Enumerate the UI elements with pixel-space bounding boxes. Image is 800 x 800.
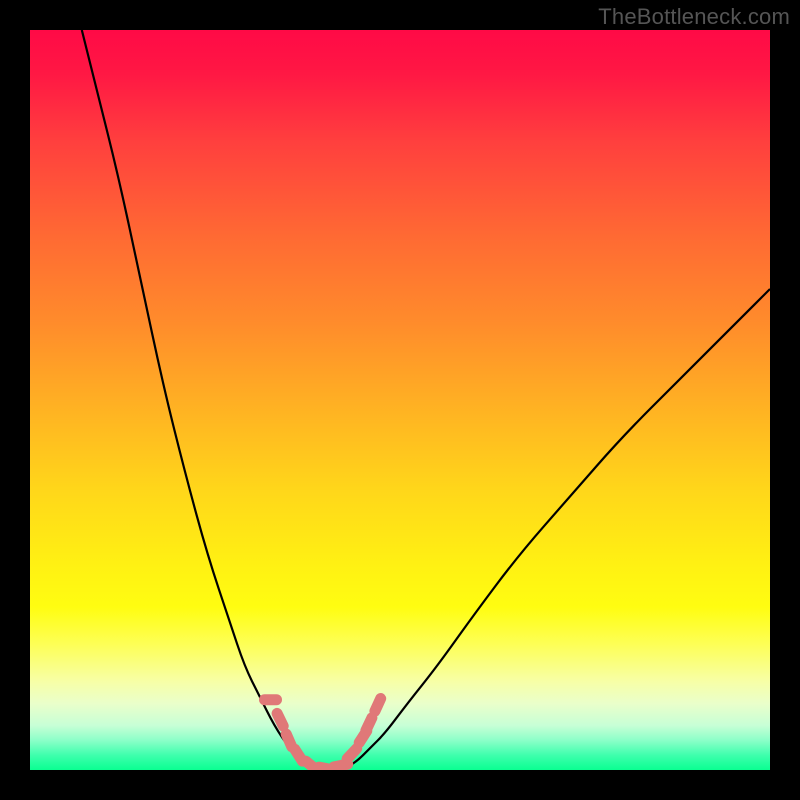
chart-frame: TheBottleneck.com bbox=[0, 0, 800, 800]
left-curve bbox=[82, 30, 341, 770]
right-curve bbox=[341, 289, 770, 770]
watermark-label: TheBottleneck.com bbox=[598, 4, 790, 30]
notch-markers bbox=[265, 699, 381, 771]
plot-area bbox=[30, 30, 770, 770]
curve-layer bbox=[30, 30, 770, 770]
